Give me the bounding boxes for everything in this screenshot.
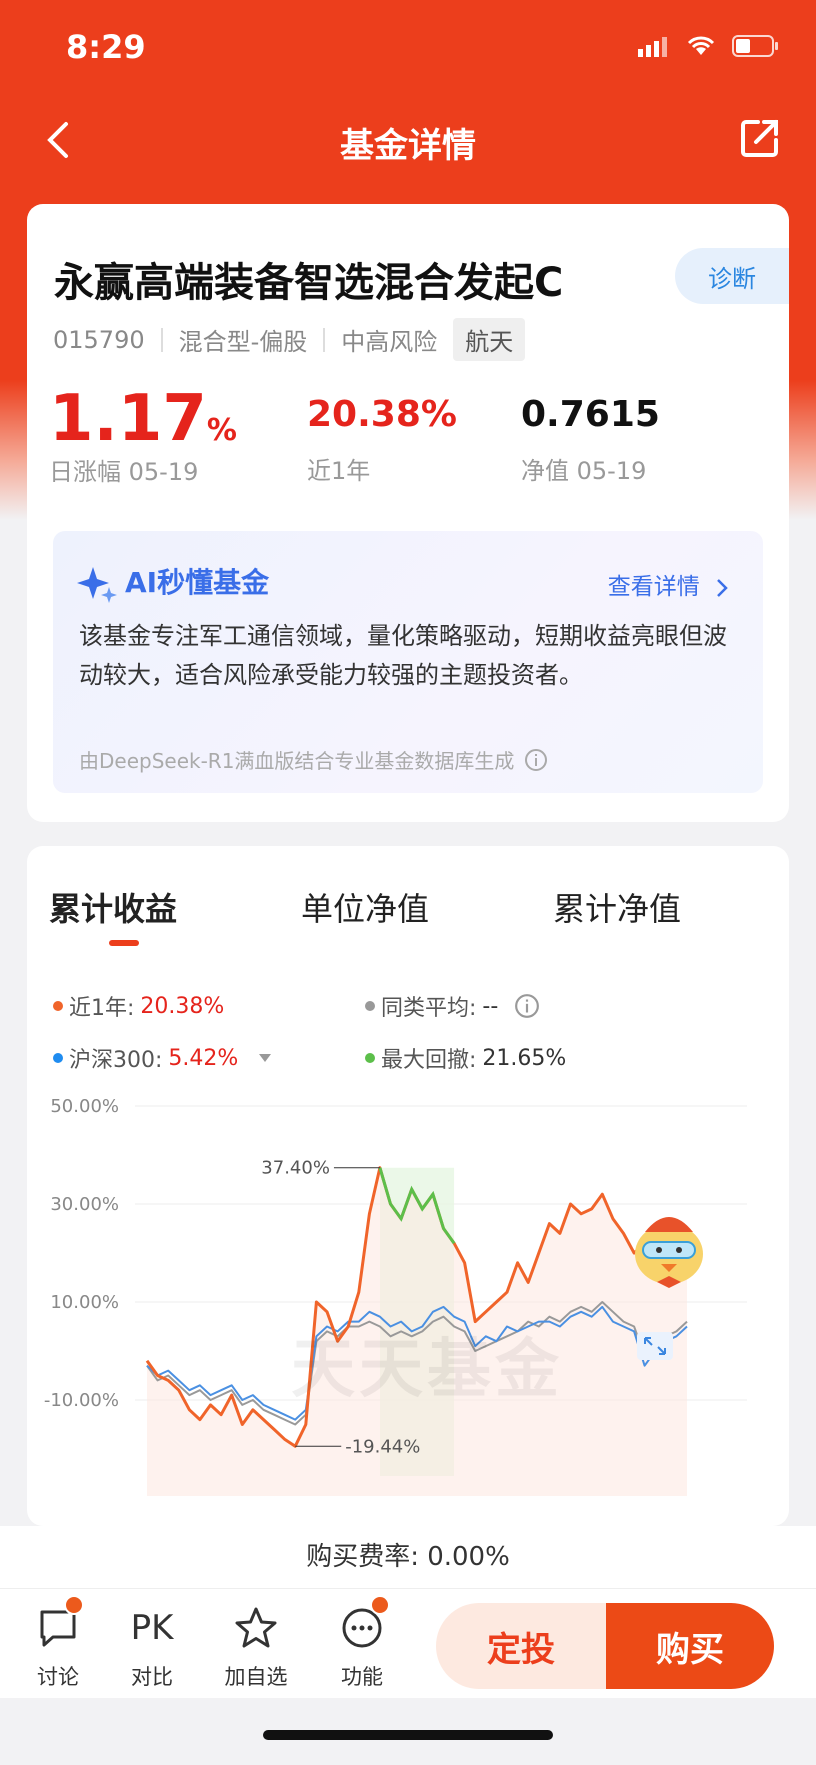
legend-fund-label: 近1年:	[69, 996, 135, 1021]
page-title: 基金详情	[340, 126, 476, 166]
year-return-value: 20.38%	[307, 394, 457, 435]
compare-button[interactable]: PK 对比	[112, 1603, 192, 1691]
legend-hs300[interactable]: 沪深300: 5.42%	[53, 1042, 272, 1074]
legend-dot	[53, 1053, 63, 1063]
status-bar: 8:29	[0, 0, 816, 100]
legend-average: 同类平均: --	[365, 990, 540, 1022]
legend-dot	[53, 1001, 63, 1011]
signal-icon	[638, 37, 667, 57]
function-label: 功能	[341, 1665, 383, 1689]
chevron-right-icon	[717, 578, 728, 597]
min-annotation: -19.44%	[345, 1436, 420, 1457]
status-icons	[638, 34, 780, 58]
max-annotation: 37.40%	[261, 1158, 330, 1179]
discuss-label: 讨论	[37, 1665, 79, 1689]
fund-code: 015790	[53, 325, 145, 354]
sparkle-icon	[77, 567, 117, 603]
fund-type: 混合型-偏股	[178, 328, 308, 356]
ai-summary-card: AI秒懂基金 查看详情 该基金专注军工通信领域，量化策略驱动，短期收益亮眼但波动…	[27, 529, 789, 822]
share-icon[interactable]	[738, 116, 782, 160]
y-tick-label: -10.00%	[44, 1390, 119, 1411]
legend-average-label: 同类平均:	[381, 996, 477, 1021]
bottom-toolbar: 讨论 PK 对比 加自选 功能 定投 购买	[0, 1588, 816, 1698]
y-tick-label: 50.00%	[50, 1096, 119, 1117]
legend-average-value: --	[482, 993, 499, 1019]
daily-change-label: 日涨幅 05-19	[49, 458, 199, 486]
ai-footer: 由DeepSeek-R1满血版结合专业基金数据库生成	[79, 745, 548, 774]
dingtou-button[interactable]: 定投	[436, 1603, 606, 1689]
ai-footer-text: 由DeepSeek-R1满血版结合专业基金数据库生成	[79, 749, 515, 773]
star-icon	[235, 1607, 277, 1648]
ai-summary-text: 该基金专注军工通信领域，量化策略驱动，短期收益亮眼但波动较大，适合风险承受能力较…	[79, 622, 727, 689]
notification-badge	[64, 1595, 84, 1615]
ai-title: AI秒懂基金	[125, 566, 270, 599]
return-chart[interactable]: 50.00% 30.00% 10.00% -10.00% 37.40% -19.44%	[27, 1096, 789, 1526]
nav-value: 0.7615	[521, 394, 660, 435]
notification-badge	[370, 1595, 390, 1615]
info-icon[interactable]	[514, 993, 540, 1019]
discuss-button[interactable]: 讨论	[18, 1603, 98, 1691]
tab-cumulative-nav[interactable]: 累计净值	[553, 884, 681, 930]
fund-risk: 中高风险	[341, 328, 438, 356]
watermark: 天天基金	[291, 1333, 563, 1407]
caret-down-icon	[259, 1054, 272, 1062]
chart-card: 累计收益 单位净值 累计净值 近1年: 20.38% 同类平均: -- 沪深30…	[27, 846, 789, 1526]
divider	[160, 327, 163, 352]
info-icon[interactable]	[524, 748, 548, 772]
daily-change-unit: %	[206, 413, 237, 448]
view-details-link[interactable]: 查看详情	[608, 567, 729, 601]
nav-label: 净值 05-19	[521, 457, 647, 485]
nav-bar: 基金详情	[0, 100, 816, 180]
add-watchlist-label: 加自选	[224, 1665, 288, 1689]
status-time: 8:29	[66, 28, 146, 66]
divider	[323, 327, 326, 352]
legend-drawdown: 最大回撤: 21.65%	[365, 1042, 566, 1074]
legend-hs300-label: 沪深300:	[69, 1048, 163, 1073]
legend-fund: 近1年: 20.38%	[53, 990, 224, 1022]
legend-dot	[365, 1001, 375, 1011]
compare-label: 对比	[131, 1665, 173, 1689]
tab-indicator	[109, 940, 139, 946]
add-watchlist-button[interactable]: 加自选	[216, 1603, 296, 1691]
function-button[interactable]: 功能	[322, 1603, 402, 1691]
battery-icon	[732, 35, 778, 57]
purchase-fee: 购买费率: 0.00%	[0, 1526, 816, 1588]
expand-icon[interactable]	[637, 1332, 673, 1360]
year-return-label: 近1年	[307, 457, 371, 485]
legend-dot	[365, 1053, 375, 1063]
tab-unit-nav[interactable]: 单位净值	[301, 884, 429, 930]
diagnose-button[interactable]: 诊断	[675, 248, 789, 304]
legend-fund-value: 20.38%	[140, 993, 225, 1019]
mascot-icon[interactable]	[629, 1202, 709, 1292]
year-return-stat: 20.38% 近1年	[307, 394, 457, 486]
y-tick-label: 10.00%	[50, 1292, 119, 1313]
home-indicator	[263, 1730, 553, 1740]
ai-summary-box[interactable]: AI秒懂基金 查看详情 该基金专注军工通信领域，量化策略驱动，短期收益亮眼但波动…	[53, 531, 763, 793]
nav-stat: 0.7615 净值 05-19	[521, 394, 660, 486]
buy-button[interactable]: 购买	[606, 1603, 774, 1689]
legend-drawdown-value: 21.65%	[482, 1045, 567, 1071]
view-details-label: 查看详情	[607, 574, 700, 600]
pk-icon: PK	[130, 1608, 174, 1648]
theme-tag[interactable]: 航天	[453, 318, 526, 361]
daily-change-stat: 1.17% 日涨幅 05-19	[49, 382, 237, 487]
wifi-icon	[687, 36, 715, 55]
legend-hs300-value: 5.42%	[168, 1045, 239, 1071]
tab-cumulative-return[interactable]: 累计收益	[49, 884, 177, 930]
daily-change-value: 1.17	[49, 382, 207, 456]
fund-name: 永赢高端装备智选混合发起C	[54, 260, 564, 306]
legend-drawdown-label: 最大回撤:	[381, 1048, 477, 1073]
fund-info-card: 永赢高端装备智选混合发起C 诊断 015790 混合型-偏股 中高风险 航天 1…	[27, 204, 789, 529]
fund-tags: 015790 混合型-偏股 中高风险 航天	[53, 318, 526, 361]
y-tick-label: 30.00%	[50, 1194, 119, 1215]
